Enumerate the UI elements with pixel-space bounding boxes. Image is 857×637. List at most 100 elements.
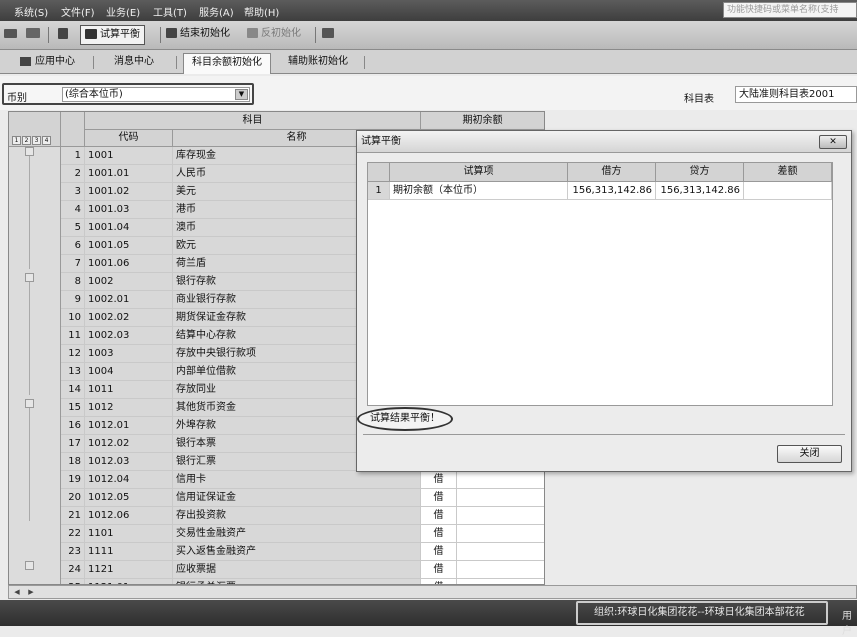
level-2-button[interactable]: 2 bbox=[22, 136, 31, 145]
amount-cell[interactable] bbox=[457, 525, 544, 543]
menu-business[interactable]: 业务(E) bbox=[106, 4, 140, 19]
exit-icon[interactable] bbox=[322, 25, 337, 45]
collapse-icon[interactable] bbox=[25, 561, 34, 570]
close-icon[interactable]: ✕ bbox=[819, 135, 847, 149]
reverse-init-button[interactable]: 反初始化 bbox=[247, 25, 301, 45]
code-cell[interactable]: 1121 bbox=[85, 561, 173, 579]
code-cell[interactable]: 1101 bbox=[85, 525, 173, 543]
table-row[interactable]: 19 1012.04 信用卡借 bbox=[61, 471, 544, 489]
horizontal-scrollbar[interactable]: ◀ ▶ bbox=[8, 585, 857, 599]
code-cell[interactable]: 1111 bbox=[85, 543, 173, 561]
collapse-icon[interactable] bbox=[25, 147, 34, 156]
level-3-button[interactable]: 3 bbox=[32, 136, 41, 145]
level-4-button[interactable]: 4 bbox=[42, 136, 51, 145]
code-cell[interactable]: 1001.03 bbox=[85, 201, 173, 219]
diff-cell[interactable] bbox=[744, 182, 832, 200]
code-cell[interactable]: 1002.01 bbox=[85, 291, 173, 309]
code-cell[interactable]: 1002.02 bbox=[85, 309, 173, 327]
direction-cell[interactable]: 借 bbox=[421, 489, 457, 507]
print-icon[interactable] bbox=[4, 25, 20, 45]
code-cell[interactable]: 1002.03 bbox=[85, 327, 173, 345]
close-button[interactable]: 关闭 bbox=[777, 445, 842, 463]
account-table-select[interactable]: 大陆准则科目表2001 bbox=[735, 86, 857, 103]
row-number-cell: 14 bbox=[61, 381, 85, 399]
menu-file[interactable]: 文件(F) bbox=[61, 4, 95, 19]
direction-cell[interactable]: 借 bbox=[421, 525, 457, 543]
scroll-right-icon[interactable]: ▶ bbox=[25, 587, 37, 597]
table-row[interactable]: 23 1111 买入返售金融资产借 bbox=[61, 543, 544, 561]
scroll-left-icon[interactable]: ◀ bbox=[11, 587, 23, 597]
name-cell[interactable]: 交易性金融资产 bbox=[173, 525, 421, 543]
direction-cell[interactable]: 借 bbox=[421, 507, 457, 525]
menu-help[interactable]: 帮助(H) bbox=[244, 4, 279, 19]
save-icon[interactable] bbox=[58, 25, 71, 45]
currency-select[interactable]: (综合本位币) ▼ bbox=[62, 87, 250, 102]
credit-cell[interactable]: 156,313,142.86 bbox=[656, 182, 744, 200]
code-cell[interactable]: 1012 bbox=[85, 399, 173, 417]
row-number-cell: 8 bbox=[61, 273, 85, 291]
preview-icon[interactable] bbox=[26, 25, 43, 45]
code-cell[interactable]: 1012.06 bbox=[85, 507, 173, 525]
trial-item-cell[interactable]: 期初余额（本位币） bbox=[390, 182, 568, 200]
reverse-init-icon bbox=[247, 28, 258, 38]
code-cell[interactable]: 1004 bbox=[85, 363, 173, 381]
amount-cell[interactable] bbox=[457, 561, 544, 579]
code-cell[interactable]: 1001 bbox=[85, 147, 173, 165]
direction-cell[interactable]: 借 bbox=[421, 543, 457, 561]
name-cell[interactable]: 应收票据 bbox=[173, 561, 421, 579]
menu-service[interactable]: 服务(A) bbox=[199, 4, 234, 19]
tab-message-center[interactable]: 消息中心 bbox=[106, 53, 162, 73]
row-number-cell: 12 bbox=[61, 345, 85, 363]
tab-app-center[interactable]: 应用中心 bbox=[12, 53, 83, 73]
end-init-button[interactable]: 结束初始化 bbox=[166, 25, 230, 45]
table-row[interactable]: 22 1101 交易性金融资产借 bbox=[61, 525, 544, 543]
table-row[interactable]: 21 1012.06 存出投资款借 bbox=[61, 507, 544, 525]
code-cell[interactable]: 1012.02 bbox=[85, 435, 173, 453]
code-cell[interactable]: 1012.04 bbox=[85, 471, 173, 489]
name-cell[interactable]: 存出投资款 bbox=[173, 507, 421, 525]
currency-value: (综合本位币) bbox=[65, 89, 123, 100]
name-cell[interactable]: 买入返售金融资产 bbox=[173, 543, 421, 561]
toolbar-separator bbox=[160, 27, 161, 43]
code-cell[interactable]: 1001.02 bbox=[85, 183, 173, 201]
app-center-icon bbox=[20, 56, 31, 66]
code-cell[interactable]: 1012.05 bbox=[85, 489, 173, 507]
trial-balance-label: 试算平衡 bbox=[100, 29, 140, 40]
tab-account-balance-init[interactable]: 科目余额初始化 bbox=[183, 53, 271, 74]
code-cell[interactable]: 1001.01 bbox=[85, 165, 173, 183]
code-cell[interactable]: 1001.04 bbox=[85, 219, 173, 237]
collapse-icon[interactable] bbox=[25, 399, 34, 408]
code-cell[interactable]: 1001.05 bbox=[85, 237, 173, 255]
menu-system[interactable]: 系统(S) bbox=[14, 4, 48, 19]
row-number-cell: 11 bbox=[61, 327, 85, 345]
amount-cell[interactable] bbox=[457, 471, 544, 489]
name-cell[interactable]: 信用证保证金 bbox=[173, 489, 421, 507]
code-cell[interactable]: 1012.01 bbox=[85, 417, 173, 435]
opening-balance-header: 期初余额 bbox=[421, 112, 544, 130]
code-cell[interactable]: 1011 bbox=[85, 381, 173, 399]
code-cell[interactable]: 1012.03 bbox=[85, 453, 173, 471]
direction-cell[interactable]: 借 bbox=[421, 561, 457, 579]
level-1-button[interactable]: 1 bbox=[12, 136, 21, 145]
direction-cell[interactable]: 借 bbox=[421, 471, 457, 489]
amount-cell[interactable] bbox=[457, 507, 544, 525]
table-row[interactable]: 20 1012.05 信用证保证金借 bbox=[61, 489, 544, 507]
trial-balance-button[interactable]: 试算平衡 bbox=[80, 25, 145, 45]
amount-cell[interactable] bbox=[457, 489, 544, 507]
organization-indicator[interactable]: 组织:环球日化集团花花--环球日化集团本部花花 bbox=[576, 601, 828, 625]
name-cell[interactable]: 信用卡 bbox=[173, 471, 421, 489]
outline-line bbox=[29, 403, 30, 521]
collapse-icon[interactable] bbox=[25, 273, 34, 282]
row-number-cell: 18 bbox=[61, 453, 85, 471]
chevron-down-icon[interactable]: ▼ bbox=[235, 89, 248, 100]
code-cell[interactable]: 1003 bbox=[85, 345, 173, 363]
amount-cell[interactable] bbox=[457, 543, 544, 561]
function-search-input[interactable]: 功能快捷码或菜单名称(支持 bbox=[723, 2, 857, 18]
code-cell[interactable]: 1001.06 bbox=[85, 255, 173, 273]
code-cell[interactable]: 1002 bbox=[85, 273, 173, 291]
debit-cell[interactable]: 156,313,142.86 bbox=[568, 182, 656, 200]
menu-tools[interactable]: 工具(T) bbox=[153, 4, 187, 19]
tab-aux-account-init[interactable]: 辅助账初始化 bbox=[280, 53, 356, 73]
status-bar: 组织:环球日化集团花花--环球日化集团本部花花 用户 bbox=[0, 600, 857, 637]
table-row[interactable]: 24 1121 应收票据借 bbox=[61, 561, 544, 579]
